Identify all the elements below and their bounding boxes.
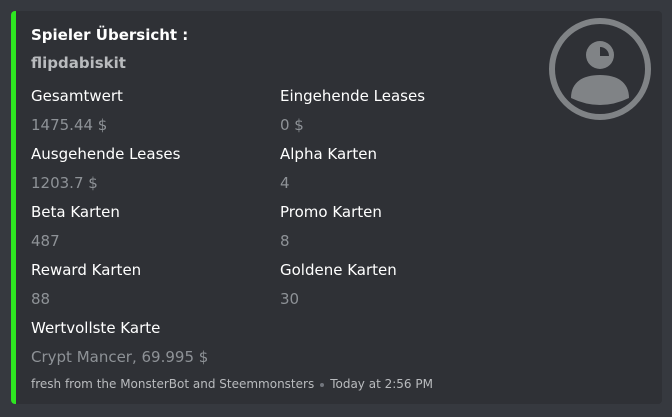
field-value-promo-karten: 8 [280, 232, 290, 250]
field-value-eingehende-leases: 0 $ [280, 116, 304, 134]
field-name-goldene-karten: Goldene Karten [280, 261, 397, 279]
embed-footer: fresh from the MonsterBot and Steemmonst… [31, 377, 433, 391]
footer-timestamp: Today at 2:56 PM [330, 377, 433, 391]
user-avatar-icon [549, 18, 651, 120]
field-value-goldene-karten: 30 [280, 290, 300, 308]
field-value-reward-karten: 88 [31, 290, 51, 308]
field-value-alpha-karten: 4 [280, 174, 290, 192]
field-value-wertvollste-karte: Crypt Mancer, 69.995 $ [31, 348, 209, 366]
field-name-eingehende-leases: Eingehende Leases [280, 87, 426, 105]
field-value-ausgehende-leases: 1203.7 $ [31, 174, 98, 192]
footer-text: fresh from the MonsterBot and Steemmonst… [31, 377, 315, 391]
embed-title: Spieler Übersicht : [31, 26, 189, 44]
field-name-gesamtwert: Gesamtwert [31, 87, 123, 105]
field-name-alpha-karten: Alpha Karten [280, 145, 377, 163]
field-name-wertvollste-karte: Wertvollste Karte [31, 319, 161, 337]
field-value-beta-karten: 487 [31, 232, 60, 250]
field-name-promo-karten: Promo Karten [280, 203, 382, 221]
embed-card: Spieler Übersicht : flipdabiskit Gesamtw… [11, 11, 662, 404]
field-name-reward-karten: Reward Karten [31, 261, 142, 279]
field-name-ausgehende-leases: Ausgehende Leases [31, 145, 181, 163]
embed-subtitle: flipdabiskit [31, 54, 126, 72]
embed-accent-bar [11, 11, 16, 404]
field-name-beta-karten: Beta Karten [31, 203, 120, 221]
field-value-gesamtwert: 1475.44 $ [31, 116, 108, 134]
footer-separator-dot [320, 382, 325, 387]
